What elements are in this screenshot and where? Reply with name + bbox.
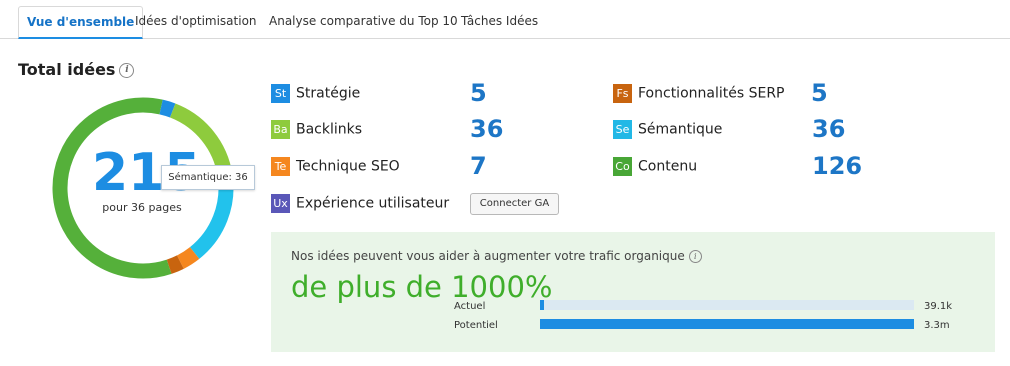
tab-tasks-ideas[interactable]: Tâches Idées [461,6,538,37]
bar-track-current [540,300,914,310]
category-value[interactable]: 36 [470,117,503,141]
category-technique-seo[interactable]: Te Technique SEO 7 [271,154,511,178]
category-label: Stratégie [296,85,361,102]
tab-overview[interactable]: Vue d'ensemble [18,6,144,39]
promo-text-label: Nos idées peuvent vous aider à augmenter… [291,249,685,263]
serp-badge-icon: Fs [613,84,632,103]
page-title: Total idées i [18,60,135,79]
category-label: Sémantique [638,121,723,138]
ux-badge-icon: Ux [271,194,290,213]
connect-ga-button[interactable]: Connecter GA [470,193,559,215]
category-label: Expérience utilisateur [296,195,450,212]
donut-segment-strat-gie[interactable] [159,99,176,118]
bar-fill-current [540,300,545,310]
page-title-text: Total idées [18,60,116,79]
category-contenu[interactable]: Co Contenu 126 [613,154,873,178]
category-value[interactable]: 36 [812,117,845,141]
total-ideas-subtitle: pour 36 pages [102,201,182,214]
category-backlinks[interactable]: Ba Backlinks 36 [271,117,511,141]
category-label: Backlinks [296,121,363,138]
bar-track-potential [540,319,914,329]
tab-bar: Vue d'ensemble Idées d'optimisation Anal… [0,0,1010,39]
contenu-badge-icon: Co [613,157,632,176]
category-ux: Ux Expérience utilisateur [271,192,471,214]
strategie-badge-icon: St [271,84,290,103]
bar-value-potential: 3.3m [924,320,950,331]
tab-top10-benchmark[interactable]: Analyse comparative du Top 10 [269,6,458,37]
info-icon[interactable]: i [119,63,135,78]
donut-segment-fonctionnalit-s-serp[interactable] [166,255,184,274]
category-label: Contenu [638,158,698,175]
donut-segment-technique-seo[interactable] [176,247,200,269]
promo-text: Nos idées peuvent vous aider à augmenter… [291,249,702,263]
category-serp-features[interactable]: Fs Fonctionnalités SERP 5 [613,81,853,105]
info-icon[interactable]: i [688,250,702,263]
promo-growth-headline: de plus de 1000% [291,270,553,304]
bar-label-current: Actuel [454,301,486,312]
semantique-badge-icon: Se [613,120,632,139]
tab-optimisation-ideas[interactable]: Idées d'optimisation [135,6,257,37]
category-strategie[interactable]: St Stratégie 5 [271,81,511,105]
backlinks-badge-icon: Ba [271,120,290,139]
category-semantique[interactable]: Se Sémantique 36 [613,117,873,141]
category-value[interactable]: 7 [470,154,487,178]
category-value[interactable]: 126 [812,154,862,178]
bar-label-potential: Potentiel [454,320,498,331]
category-value[interactable]: 5 [470,81,487,105]
category-label: Technique SEO [296,158,400,175]
bar-fill-potential [540,319,914,329]
category-label: Fonctionnalités SERP [638,85,785,102]
bar-value-current: 39.1k [924,301,953,312]
traffic-potential-panel: Nos idées peuvent vous aider à augmenter… [271,232,995,352]
technique-badge-icon: Te [271,157,290,176]
chart-tooltip: Sémantique: 36 [161,165,255,190]
category-value[interactable]: 5 [811,81,828,105]
